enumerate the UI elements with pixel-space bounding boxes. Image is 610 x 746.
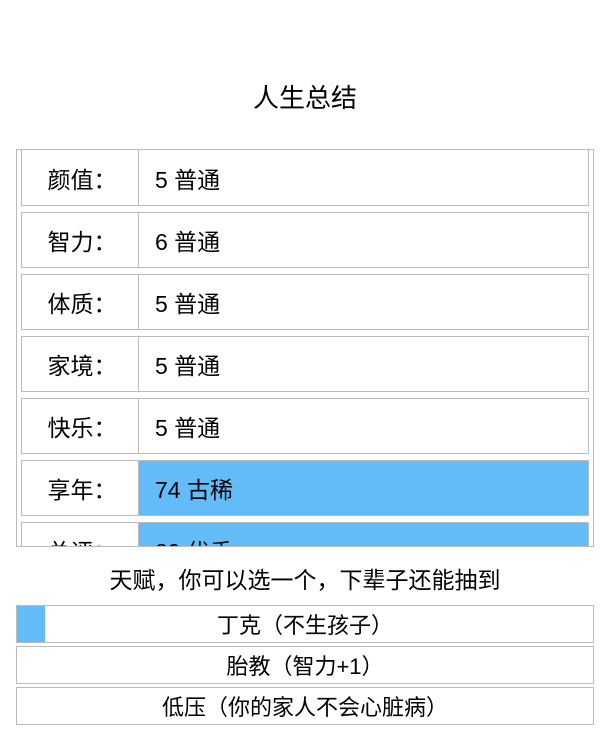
talent-section-title: 天赋，你可以选一个，下辈子还能抽到 (0, 547, 610, 605)
stat-value: 89 优秀 (138, 523, 588, 547)
stat-value: 5 普通 (138, 337, 588, 391)
stat-label: 体质： (22, 285, 138, 319)
stat-row: 家境： 5 普通 (21, 336, 589, 392)
stat-value: 5 普通 (138, 399, 588, 453)
page-title: 人生总结 (0, 0, 610, 149)
stat-label: 家境： (22, 347, 138, 381)
talent-label: 丁克（不生孩子） (217, 608, 393, 640)
stat-row: 智力： 6 普通 (21, 212, 589, 268)
main-container: 人生总结 颜值： 5 普通 智力： 6 普通 体质： 5 普通 家境： 5 普通… (0, 0, 610, 725)
stat-label: 享年： (22, 471, 138, 505)
talent-label: 胎教（智力+1） (226, 649, 383, 681)
stat-value: 6 普通 (138, 213, 588, 267)
stat-label: 快乐： (22, 409, 138, 443)
talent-option[interactable]: 低压（你的家人不会心脏病） (16, 687, 594, 725)
stat-value: 74 古稀 (138, 461, 588, 515)
stat-label: 颜值： (22, 161, 138, 195)
stat-row: 快乐： 5 普通 (21, 398, 589, 454)
talent-list: 丁克（不生孩子） 胎教（智力+1） 低压（你的家人不会心脏病） (0, 605, 610, 725)
stat-row: 颜值： 5 普通 (21, 150, 589, 206)
stat-label: 智力： (22, 223, 138, 257)
stat-row: 享年： 74 古稀 (21, 460, 589, 516)
stat-value: 5 普通 (138, 275, 588, 329)
stats-list[interactable]: 颜值： 5 普通 智力： 6 普通 体质： 5 普通 家境： 5 普通 快乐： … (16, 149, 594, 547)
stats-area: 颜值： 5 普通 智力： 6 普通 体质： 5 普通 家境： 5 普通 快乐： … (0, 149, 610, 547)
talent-label: 低压（你的家人不会心脏病） (162, 690, 448, 722)
stat-row: 总评： 89 优秀 (21, 522, 589, 547)
stat-row: 体质： 5 普通 (21, 274, 589, 330)
stat-value: 5 普通 (138, 150, 588, 205)
talent-option[interactable]: 胎教（智力+1） (16, 646, 594, 684)
talent-option[interactable]: 丁克（不生孩子） (16, 605, 594, 643)
stat-label: 总评： (22, 533, 138, 547)
